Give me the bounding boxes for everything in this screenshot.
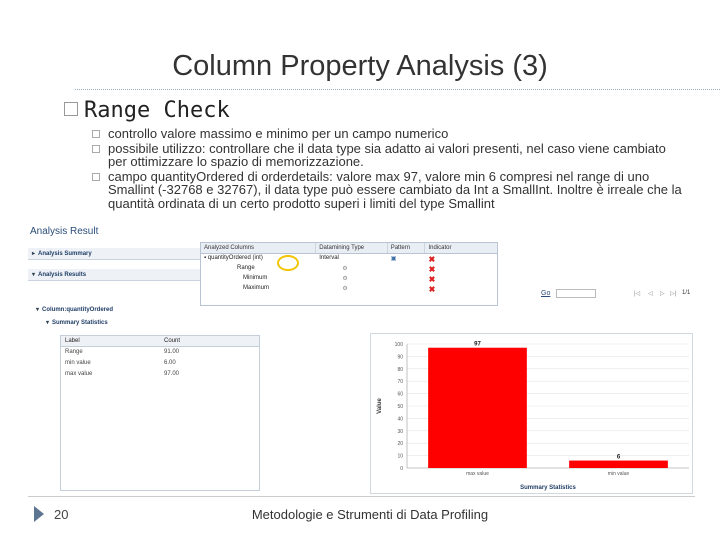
section-analysis-summary[interactable]: ▸ Analysis Summary — [32, 250, 92, 257]
bar-data-label: 97 — [474, 342, 481, 348]
footer-text: Metodologie e Strumenti di Data Profilin… — [251, 507, 489, 522]
x-tick-label: max value — [466, 471, 489, 477]
remove-icon[interactable]: ✖ — [429, 265, 436, 274]
analysis-screenshot: Analysis Result ▸ Analysis Summary ▾ Analy… — [28, 226, 693, 496]
summary-statistics-chart: 0 10 20 30 40 50 60 70 80 90 100 Value 97 max value 6 m… — [370, 333, 693, 494]
y-tick-label: 70 — [397, 379, 403, 385]
y-tick-label: 50 — [397, 404, 403, 410]
y-axis-label: Value — [377, 398, 383, 414]
remove-icon[interactable]: ✖ — [429, 275, 436, 284]
option-icon[interactable]: ⚙ — [316, 284, 388, 294]
bullet-box-icon — [92, 130, 100, 138]
collapse-arrow-icon: ▾ — [36, 307, 40, 313]
table-row[interactable]: max value 97.00 — [61, 369, 259, 380]
remove-icon[interactable]: ✖ — [428, 255, 435, 264]
bar — [428, 347, 527, 468]
column-header[interactable]: Datamining Type — [316, 243, 388, 253]
column-header[interactable]: Count — [160, 336, 259, 346]
bullet-box-icon — [92, 172, 100, 181]
y-tick-label: 80 — [397, 367, 403, 373]
page-input[interactable] — [556, 289, 596, 298]
sub-bullet: possibile utilizzo: controllare che il d… — [92, 140, 682, 169]
option-icon[interactable]: ⚙ — [316, 274, 388, 284]
stat-count: 91.00 — [164, 349, 180, 355]
sub-bullet: campo quantityOrdered di orderdetails: v… — [92, 168, 682, 211]
remove-icon[interactable]: ✖ — [429, 285, 436, 294]
y-tick-label: 90 — [397, 354, 403, 360]
indicator-name: Minimum — [243, 275, 268, 281]
table-row[interactable]: Minimum ⚙ ✖ — [201, 274, 497, 284]
page-indicator: 1/1 — [682, 290, 691, 296]
collapse-arrow-icon: ▾ — [46, 320, 50, 326]
sub-bullet-text: campo quantityOrdered di orderdetails: v… — [108, 168, 682, 211]
stat-label: min value — [65, 360, 91, 366]
last-page-icon[interactable]: ▷| — [670, 290, 676, 297]
sub-bullet-text: controllo valore massimo e minimo per un… — [108, 126, 449, 141]
go-link[interactable]: Go — [541, 290, 550, 297]
expand-arrow-icon: ▸ — [32, 251, 36, 257]
stat-count: 6.00 — [164, 360, 176, 366]
y-tick-label: 10 — [397, 454, 403, 460]
x-axis-label: Summary Statistics — [520, 485, 576, 491]
section-label: Analysis Summary — [38, 251, 92, 257]
section-label: Summary Statistics — [52, 320, 108, 326]
stat-label: Range — [65, 349, 83, 355]
collapse-arrow-icon: ▾ — [32, 272, 36, 278]
pattern-icon[interactable]: ▣ — [388, 254, 426, 264]
sub-bullets: controllo valore massimo e minimo per un… — [92, 127, 682, 211]
main-bullet-text: Range Check — [84, 98, 230, 123]
first-page-icon[interactable]: |◁ — [634, 290, 640, 297]
indicator-remove[interactable]: ✖ — [425, 254, 497, 264]
section-column[interactable]: ▾ Column:quantityOrdered — [36, 306, 113, 313]
analysis-result-title: Analysis Result — [30, 226, 99, 237]
column-header[interactable]: Analyzed Columns — [201, 243, 317, 253]
prev-page-icon[interactable]: ◁ — [648, 290, 653, 297]
footer-divider — [28, 496, 695, 497]
bar-chart: 0102030405060708090100Value97max value6m… — [377, 342, 689, 491]
sub-bullet: controllo valore massimo e minimo per un… — [92, 127, 682, 141]
table-header: Analyzed Columns Datamining Type Pattern… — [201, 243, 497, 254]
bullet-box-icon — [64, 102, 78, 116]
main-bullet: Range Check — [64, 98, 230, 123]
highlight-circle — [277, 255, 299, 271]
indicator-name: Range — [237, 265, 255, 271]
indicator-name: Maximum — [243, 285, 270, 291]
option-icon[interactable]: ⚙ — [316, 264, 388, 274]
y-tick-label: 40 — [397, 416, 403, 422]
analyzed-columns-table: Analyzed Columns Datamining Type Pattern… — [200, 242, 498, 306]
bullet-box-icon — [92, 144, 100, 153]
section-label: Column:quantityOrdered — [42, 307, 114, 313]
stat-count: 97.00 — [164, 371, 180, 377]
column-header[interactable]: Label — [61, 336, 160, 346]
y-tick-label: 60 — [397, 392, 403, 398]
table-row[interactable]: Range ⚙ ✖ — [201, 264, 497, 274]
title-divider — [75, 89, 720, 90]
summary-statistics-table: Label Count Range 91.00 min value 6.00 m… — [60, 335, 260, 491]
table-row[interactable]: Maximum ⚙ ✖ — [201, 284, 497, 294]
next-page-icon[interactable]: ▷ — [660, 290, 665, 297]
y-tick-label: 20 — [397, 441, 403, 447]
section-analysis-results[interactable]: ▾ Analysis Results — [32, 271, 86, 278]
bar — [569, 460, 668, 468]
y-tick-label: 30 — [397, 429, 403, 435]
section-label: Analysis Results — [38, 272, 87, 278]
y-tick-label: 100 — [395, 342, 404, 348]
column-header[interactable]: Indicator — [425, 243, 497, 253]
sub-bullet-text: possibile utilizzo: controllare che il d… — [108, 140, 666, 169]
table-row[interactable]: min value 6.00 — [61, 358, 259, 369]
slide-title: Column Property Analysis (3) — [172, 50, 548, 82]
y-tick-label: 0 — [400, 466, 403, 472]
table-row[interactable]: Range 91.00 — [61, 347, 259, 358]
section-summary-statistics[interactable]: ▾ Summary Statistics — [46, 319, 108, 326]
datamining-type[interactable]: Interval — [316, 254, 388, 264]
stat-label: max value — [65, 371, 93, 377]
x-tick-label: min value — [608, 471, 630, 477]
table-row[interactable]: ▪ quantityOrdered (int) Interval ▣ ✖ — [201, 254, 497, 264]
table-header: Label Count — [61, 336, 259, 347]
column-header[interactable]: Pattern — [388, 243, 426, 253]
